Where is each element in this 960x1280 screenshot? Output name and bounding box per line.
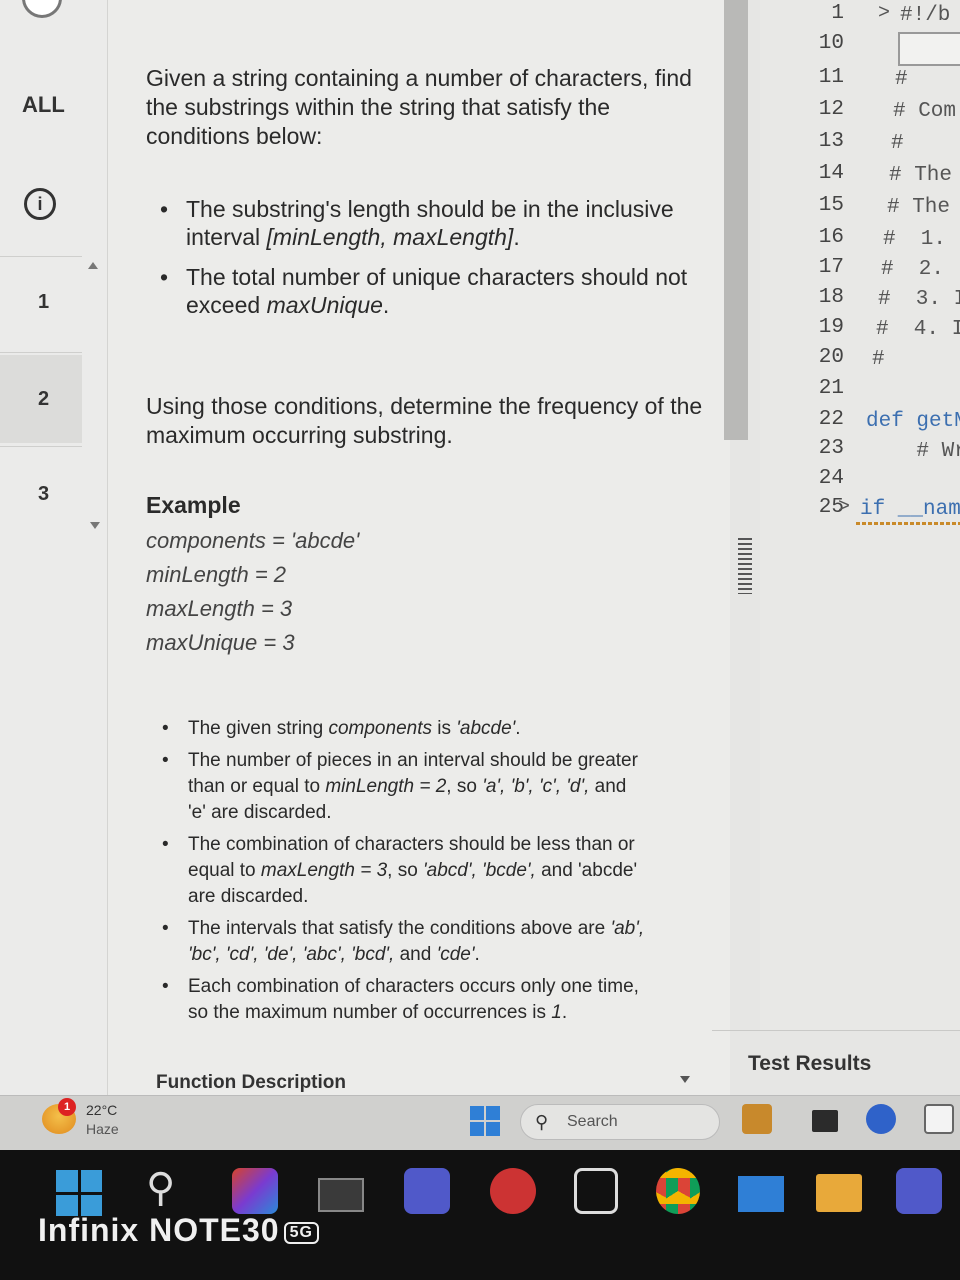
lint-underline [856, 522, 960, 525]
chevron-down-icon[interactable] [680, 1076, 690, 1083]
line-number: 20 [818, 346, 844, 369]
code-line: # Com [893, 100, 957, 123]
device-brand: Infinix NOTE30 5G [38, 1212, 319, 1249]
line-number: 11 [818, 66, 844, 89]
explanation-item: The intervals that satisfy the condition… [148, 916, 648, 968]
code-line: def getM [866, 410, 960, 433]
nav-question-2[interactable]: 2 [0, 355, 82, 443]
divider [0, 256, 82, 257]
divider [0, 352, 82, 353]
explanation-list: The given string components is 'abcde'. … [148, 716, 648, 1032]
function-description-heading[interactable]: Function Description [156, 1072, 346, 1094]
line-number: 25 [818, 496, 844, 519]
chat-icon[interactable] [866, 1104, 896, 1134]
windows-start-icon[interactable] [470, 1106, 500, 1136]
task-view-icon[interactable] [812, 1110, 838, 1132]
fold-arrow-icon[interactable]: > [878, 2, 890, 25]
code-line: # Wr [866, 440, 960, 463]
back-icon[interactable] [22, 0, 62, 18]
search-label: Search [567, 1113, 618, 1130]
scroll-up-icon[interactable] [88, 262, 98, 269]
weather-condition: Haze [86, 1121, 119, 1137]
code-line: # [872, 348, 885, 371]
code-line: # The [889, 164, 953, 187]
search-icon: ⚲ [535, 1112, 549, 1132]
example-heading: Example [146, 492, 241, 518]
fold-arrow-icon[interactable]: > [838, 496, 850, 519]
copilot-icon[interactable] [232, 1168, 278, 1214]
code-line: #!/b [900, 4, 951, 27]
teams-icon[interactable] [896, 1168, 942, 1214]
screen: ALL i 1 2 3 Given a string containing a … [0, 0, 960, 1150]
line-number: 10 [818, 32, 844, 55]
line-number: 21 [818, 377, 844, 400]
line-number: 23 [818, 437, 844, 460]
devcpp-icon[interactable] [490, 1168, 536, 1214]
code-line: # 4. I [876, 318, 960, 341]
code-line: # The [887, 196, 951, 219]
mail-icon[interactable] [738, 1176, 784, 1212]
line-number: 17 [818, 256, 844, 279]
info-icon[interactable]: i [24, 188, 56, 220]
test-results-tab[interactable]: Test Results [748, 1052, 871, 1076]
explanation-item: Each combination of characters occurs on… [148, 974, 648, 1026]
line-number: 18 [818, 286, 844, 309]
code-line: # 3. I [878, 288, 960, 311]
example-line: minLength = 2 [146, 562, 287, 587]
problem-goal: Using those conditions, determine the fr… [146, 393, 703, 448]
condition-item: The total number of unique characters sh… [146, 263, 706, 319]
conditions-list: The substring's length should be in the … [146, 195, 706, 331]
line-number: 16 [818, 226, 844, 249]
line-number: 15 [818, 194, 844, 217]
code-line: # [895, 68, 908, 91]
notification-badge: 1 [58, 1098, 76, 1116]
divider [0, 446, 82, 447]
line-number: 24 [818, 467, 844, 490]
scrollbar[interactable] [724, 0, 748, 440]
problem-statement: Given a string containing a number of ch… [108, 0, 730, 1095]
condition-item: The substring's length should be in the … [146, 195, 706, 251]
code-line: if __name [860, 498, 960, 521]
box-icon[interactable] [574, 1168, 618, 1214]
line-number: 22 [818, 408, 844, 431]
line-number: 19 [818, 316, 844, 339]
question-nav: ALL i 1 2 3 [0, 0, 108, 1095]
folder-icon[interactable] [816, 1174, 862, 1212]
widget-icon[interactable] [742, 1104, 772, 1134]
line-number: 12 [818, 98, 844, 121]
explanation-item: The given string components is 'abcde'. [148, 716, 648, 742]
example-line: components = 'abcde' [146, 528, 360, 553]
line-number: 1 [831, 2, 844, 25]
windows-start-icon[interactable] [56, 1170, 102, 1216]
explanation-item: The combination of characters should be … [148, 832, 648, 910]
panel-resize-handle[interactable] [738, 538, 752, 594]
example-line: maxLength = 3 [146, 596, 293, 621]
line-number: 14 [818, 162, 844, 185]
nav-question-3[interactable]: 3 [0, 450, 82, 538]
teams-icon[interactable] [404, 1168, 450, 1214]
document-icon[interactable] [924, 1104, 954, 1134]
editor-overlay-box [898, 32, 960, 66]
line-number: 13 [818, 130, 844, 153]
search-icon[interactable]: ⚲ [146, 1168, 190, 1214]
code-line: # [891, 132, 904, 155]
code-line: # 2. [881, 258, 945, 281]
example-line: maxUnique = 3 [146, 630, 295, 655]
nav-all[interactable]: ALL [22, 92, 65, 118]
nav-question-1[interactable]: 1 [0, 258, 82, 346]
problem-intro: Given a string containing a number of ch… [146, 65, 692, 149]
file-explorer-icon[interactable] [318, 1178, 364, 1212]
divider [712, 1030, 960, 1031]
code-line: # 1. [883, 228, 947, 251]
explanation-item: The number of pieces in an interval shou… [148, 748, 648, 826]
scroll-down-icon[interactable] [90, 522, 100, 529]
temperature: 22°C [86, 1102, 118, 1118]
taskbar-search[interactable]: ⚲ Search [520, 1104, 720, 1140]
chrome-icon[interactable] [656, 1168, 700, 1214]
